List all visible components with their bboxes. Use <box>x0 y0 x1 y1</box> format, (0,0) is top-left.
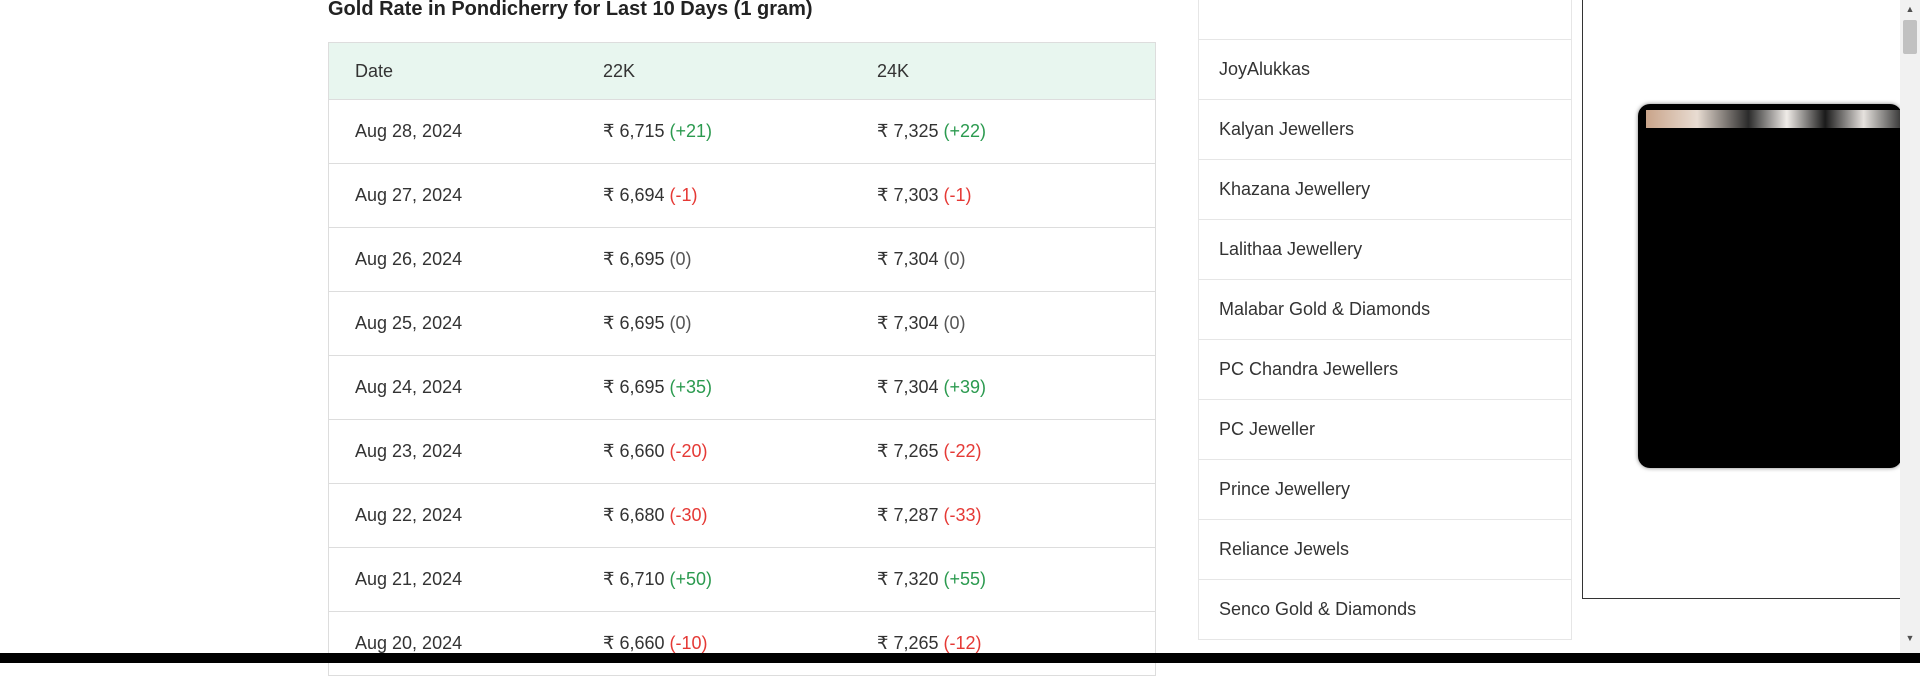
rate-price: ₹ 6,695 <box>603 313 665 333</box>
rate-change: (0) <box>943 249 966 269</box>
table-row: Aug 23, 2024 ₹ 6,660 (-20) ₹ 7,265 (-22) <box>329 420 1155 484</box>
row-date: Aug 27, 2024 <box>355 185 463 205</box>
rate-change: (+21) <box>669 121 713 141</box>
table-row: Aug 25, 2024 ₹ 6,695 (0) ₹ 7,304 (0) <box>329 292 1155 356</box>
rate-price: ₹ 6,695 <box>603 249 665 269</box>
row-rate-22k: ₹ 6,695 (+35) <box>603 377 877 398</box>
header-date: Date <box>355 60 394 81</box>
row-rate-24k: ₹ 7,325 (+22) <box>877 121 1153 142</box>
rate-price: ₹ 6,715 <box>603 121 665 141</box>
jeweller-link[interactable]: JoyAlukkas <box>1199 40 1571 100</box>
table-row: Aug 21, 2024 ₹ 6,710 (+50) ₹ 7,320 (+55) <box>329 548 1155 612</box>
rate-price: ₹ 7,304 <box>877 313 939 333</box>
rate-price: ₹ 6,710 <box>603 569 665 589</box>
scroll-thumb[interactable] <box>1903 20 1917 54</box>
row-rate-22k: ₹ 6,710 (+50) <box>603 569 877 590</box>
rate-price: ₹ 7,325 <box>877 121 939 141</box>
rate-change: (0) <box>669 249 692 269</box>
jeweller-link[interactable]: Senco Gold & Diamonds <box>1199 580 1571 640</box>
rate-change: (-12) <box>943 633 982 653</box>
rate-change: (0) <box>669 313 692 333</box>
header-24k: 24K <box>877 60 910 81</box>
video-ad-player[interactable] <box>1638 104 1902 468</box>
rate-change: (-20) <box>669 441 708 461</box>
row-rate-22k: ₹ 6,694 (-1) <box>603 185 877 206</box>
row-rate-24k: ₹ 7,304 (+39) <box>877 377 1153 398</box>
rate-price: ₹ 7,304 <box>877 377 939 397</box>
table-row: Aug 20, 2024 ₹ 6,660 (-10) ₹ 7,265 (-12) <box>329 612 1155 676</box>
scroll-down-arrow-icon[interactable]: ▼ <box>1900 629 1920 646</box>
rate-price: ₹ 6,660 <box>603 441 665 461</box>
rate-change: (-33) <box>943 505 982 525</box>
rate-price: ₹ 6,680 <box>603 505 665 525</box>
row-date: Aug 22, 2024 <box>355 505 463 525</box>
row-rate-24k: ₹ 7,304 (0) <box>877 313 1153 334</box>
table-row: Aug 26, 2024 ₹ 6,695 (0) ₹ 7,304 (0) <box>329 228 1155 292</box>
row-rate-22k: ₹ 6,695 (0) <box>603 313 877 334</box>
rate-price: ₹ 6,694 <box>603 185 665 205</box>
jeweller-link[interactable]: Prince Jewellery <box>1199 460 1571 520</box>
row-rate-24k: ₹ 7,303 (-1) <box>877 185 1153 206</box>
jeweller-link[interactable]: Khazana Jewellery <box>1199 160 1571 220</box>
rate-change: (-10) <box>669 633 708 653</box>
jeweller-link[interactable]: PC Jeweller <box>1199 400 1571 460</box>
row-date: Aug 21, 2024 <box>355 569 463 589</box>
row-date: Aug 25, 2024 <box>355 313 463 333</box>
video-thumbnail <box>1646 110 1902 128</box>
row-rate-22k: ₹ 6,660 (-20) <box>603 441 877 462</box>
rate-change: (-22) <box>943 441 982 461</box>
rate-change: (-1) <box>669 185 698 205</box>
row-rate-22k: ₹ 6,695 (0) <box>603 249 877 270</box>
rate-price: ₹ 7,265 <box>877 441 939 461</box>
row-rate-24k: ₹ 7,265 (-12) <box>877 633 1153 654</box>
table-row: Aug 22, 2024 ₹ 6,680 (-30) ₹ 7,287 (-33) <box>329 484 1155 548</box>
jeweller-link[interactable]: PC Chandra Jewellers <box>1199 340 1571 400</box>
rate-price: ₹ 6,660 <box>603 633 665 653</box>
rate-change: (+55) <box>943 569 987 589</box>
row-date: Aug 28, 2024 <box>355 121 463 141</box>
row-rate-22k: ₹ 6,660 (-10) <box>603 633 877 654</box>
rate-change: (-1) <box>943 185 972 205</box>
table-body: Aug 28, 2024 ₹ 6,715 (+21) ₹ 7,325 (+22) Au… <box>329 100 1155 676</box>
gold-rate-table: Date 22K 24K Aug 28, 2024 ₹ 6,715 (+21) ₹ … <box>328 42 1156 676</box>
header-22k: 22K <box>603 60 636 81</box>
row-date: Aug 24, 2024 <box>355 377 463 397</box>
rate-price: ₹ 7,304 <box>877 249 939 269</box>
table-row: Aug 27, 2024 ₹ 6,694 (-1) ₹ 7,303 (-1) <box>329 164 1155 228</box>
row-rate-22k: ₹ 6,715 (+21) <box>603 121 877 142</box>
jewellers-list: JoyAlukkas Kalyan Jewellers Khazana Jewell… <box>1198 0 1572 640</box>
rate-price: ₹ 6,695 <box>603 377 665 397</box>
bottom-edge-bar <box>0 653 1920 663</box>
rate-change: (+35) <box>669 377 713 397</box>
rate-price: ₹ 7,320 <box>877 569 939 589</box>
scroll-up-arrow-icon[interactable]: ▲ <box>1900 0 1920 17</box>
row-rate-24k: ₹ 7,304 (0) <box>877 249 1153 270</box>
row-rate-24k: ₹ 7,320 (+55) <box>877 569 1153 590</box>
jeweller-link[interactable]: Malabar Gold & Diamonds <box>1199 280 1571 340</box>
row-date: Aug 20, 2024 <box>355 633 463 653</box>
jeweller-link[interactable]: Reliance Jewels <box>1199 520 1571 580</box>
rate-change: (+50) <box>669 569 713 589</box>
jeweller-link[interactable]: Kalyan Jewellers <box>1199 100 1571 160</box>
rate-change: (+22) <box>943 121 987 141</box>
jeweller-link[interactable] <box>1199 0 1571 40</box>
row-rate-22k: ₹ 6,680 (-30) <box>603 505 877 526</box>
rate-change: (+39) <box>943 377 987 397</box>
table-row: Aug 28, 2024 ₹ 6,715 (+21) ₹ 7,325 (+22) <box>329 100 1155 164</box>
row-date: Aug 23, 2024 <box>355 441 463 461</box>
page-title: Gold Rate in Pondicherry for Last 10 Day… <box>328 0 813 20</box>
table-header: Date 22K 24K <box>329 43 1155 100</box>
table-row: Aug 24, 2024 ₹ 6,695 (+35) ₹ 7,304 (+39) <box>329 356 1155 420</box>
rate-price: ₹ 7,265 <box>877 633 939 653</box>
rate-change: (0) <box>943 313 966 333</box>
rate-price: ₹ 7,303 <box>877 185 939 205</box>
page-scrollbar[interactable]: ▲ ▼ <box>1900 0 1920 663</box>
row-date: Aug 26, 2024 <box>355 249 463 269</box>
jeweller-link[interactable]: Lalithaa Jewellery <box>1199 220 1571 280</box>
rate-change: (-30) <box>669 505 708 525</box>
rate-price: ₹ 7,287 <box>877 505 939 525</box>
row-rate-24k: ₹ 7,287 (-33) <box>877 505 1153 526</box>
row-rate-24k: ₹ 7,265 (-22) <box>877 441 1153 462</box>
